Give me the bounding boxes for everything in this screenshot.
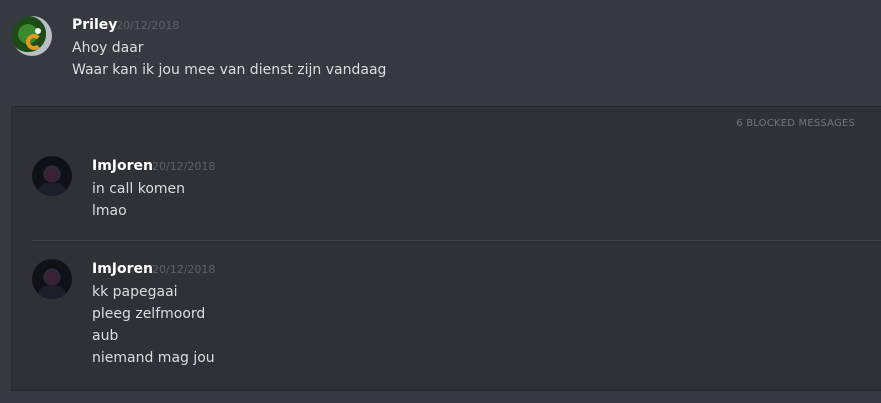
message-line: in call komen [92, 181, 186, 197]
shoulders-shape [38, 182, 66, 196]
shoulders-shape [38, 285, 66, 299]
timestamp: 20/12/2018 [152, 263, 216, 276]
message-line: Waar kan ik jou mee van dienst zijn vand… [72, 62, 387, 78]
dark-figure-avatar-icon[interactable] [32, 156, 72, 196]
dark-figure-avatar-icon[interactable] [32, 259, 72, 299]
message-line: Ahoy daar [72, 40, 144, 56]
message-line: lmao [92, 203, 127, 219]
username[interactable]: Priley [72, 16, 117, 34]
blocked-messages-panel: 6 BLOCKED MESSAGES ImJoren 20/12/2018 in… [11, 106, 881, 391]
beak-shape [26, 34, 42, 50]
message-line: niemand mag jou [92, 350, 215, 366]
chat-area: Priley 20/12/2018 Ahoy daar Waar kan ik … [0, 0, 881, 403]
message-line: aub [92, 328, 119, 344]
message-line: kk papegaai [92, 284, 178, 300]
timestamp: 20/12/2018 [152, 160, 216, 173]
username[interactable]: ImJoren [92, 260, 153, 278]
blocked-messages-toggle[interactable]: 6 BLOCKED MESSAGES [736, 117, 855, 131]
parrot-avatar-icon[interactable] [12, 16, 52, 56]
message-line: pleeg zelfmoord [92, 306, 206, 322]
message-divider [32, 240, 881, 241]
face-shape [46, 168, 58, 182]
face-shape [46, 271, 58, 285]
timestamp: 20/12/2018 [116, 19, 180, 32]
eye-shape [35, 28, 41, 34]
username[interactable]: ImJoren [92, 157, 153, 175]
